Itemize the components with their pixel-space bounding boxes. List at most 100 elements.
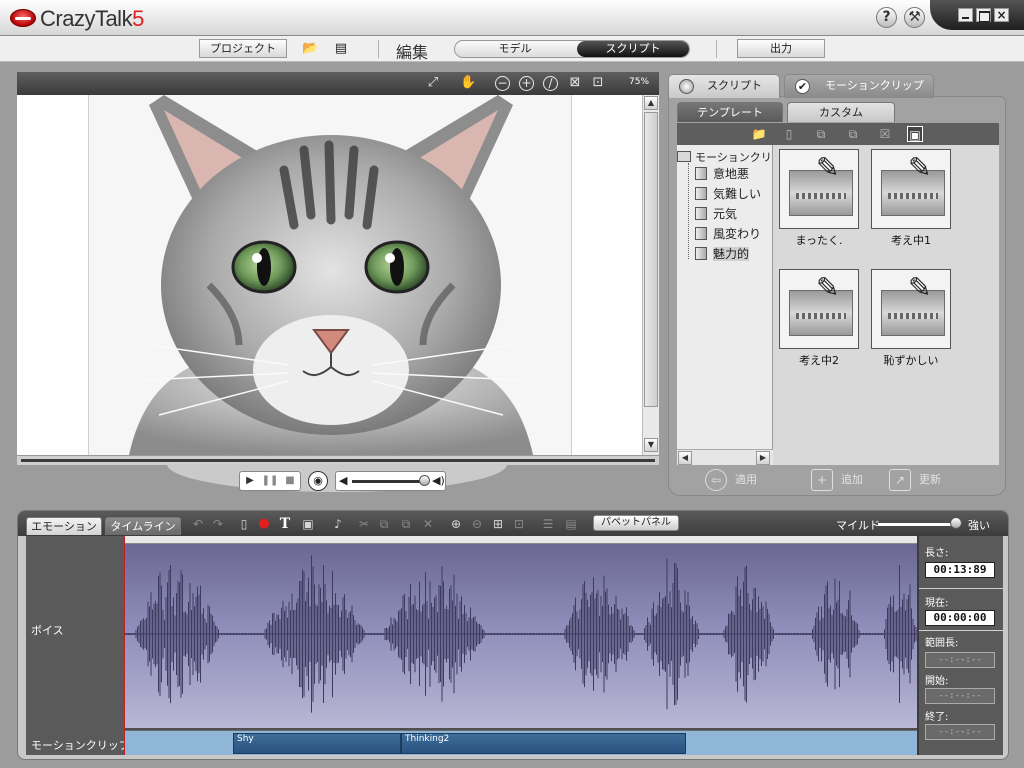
vertical-scrollbar[interactable]: ▲ ▼ [642, 95, 659, 455]
tree-item[interactable]: 風変わり [695, 225, 761, 242]
menu-separator [716, 40, 717, 58]
clip-item[interactable]: ✎ まったく. [779, 149, 861, 249]
copy-icon[interactable]: ⧉ [813, 126, 829, 142]
properties-icon[interactable]: ▤ [563, 516, 579, 532]
maximize-icon[interactable] [976, 8, 991, 22]
view-mode-icon[interactable]: ▣ [907, 126, 923, 142]
stop-icon[interactable]: ■ [281, 473, 299, 489]
zoom-selection-icon[interactable]: ⊞ [490, 516, 506, 532]
motion-clip-track[interactable]: Shy Thinking2 [124, 730, 917, 755]
volume-track[interactable] [352, 480, 422, 483]
tab-emotion[interactable]: エモーション [26, 517, 102, 535]
save-icon[interactable]: ▤ [333, 41, 349, 56]
voice-track[interactable] [124, 544, 917, 728]
motion-clip-bar[interactable]: Thinking2 [401, 733, 686, 754]
tab-template[interactable]: テンプレート [677, 102, 783, 122]
scroll-down-icon[interactable]: ▼ [644, 438, 658, 452]
hammer-icon[interactable]: ⚒ [904, 7, 925, 28]
tree-item[interactable]: 意地悪 [695, 165, 749, 182]
pause-icon[interactable]: ❚❚ [261, 473, 279, 489]
tree-item[interactable]: 元気 [695, 205, 737, 222]
fit-frame-icon[interactable]: ⊠ [567, 75, 583, 91]
scroll-left-icon[interactable]: ◀ [678, 451, 692, 465]
delete-icon[interactable]: ☒ [877, 126, 893, 142]
tree-item-label: 元気 [713, 207, 738, 221]
tree-item-selected[interactable]: 魅力的 [695, 245, 750, 262]
tab-timeline[interactable]: タイムライン [105, 517, 181, 535]
checkmark-icon: ✔ [795, 79, 810, 94]
zoom-in-icon[interactable]: ⊕ [448, 516, 464, 532]
app-title: CrazyTalk5 [40, 6, 144, 32]
record-icon[interactable]: ● [256, 516, 272, 532]
scroll-up-icon[interactable]: ▲ [644, 96, 658, 110]
update-button[interactable]: ↗ 更新 [889, 468, 941, 492]
new-script-icon[interactable]: ▯ [236, 516, 252, 532]
clip-item[interactable]: ✎ 考え中2 [779, 269, 861, 369]
tab-motion-clip[interactable]: ✔ モーションクリップ [784, 74, 934, 98]
viewport[interactable] [17, 95, 642, 455]
clip-item[interactable]: ✎ 考え中1 [871, 149, 953, 249]
tree-horizontal-scrollbar[interactable]: ◀ ▶ [677, 449, 773, 465]
new-item-icon[interactable]: ▯ [781, 126, 797, 142]
output-button[interactable]: 出力 [737, 39, 825, 58]
clip-label: 考え中2 [799, 354, 839, 367]
add-button[interactable]: + 追加 [811, 468, 863, 492]
script-mode-button[interactable]: スクリプト [577, 41, 689, 57]
paste-icon[interactable]: ⧉ [398, 516, 414, 532]
tree-item-label: 風変わり [713, 227, 762, 241]
new-folder-icon[interactable]: 📁 [751, 126, 767, 142]
zoom-out-icon[interactable]: − [495, 76, 510, 91]
clip-label: 恥ずかしい [883, 354, 939, 367]
question-icon[interactable]: ? [876, 7, 897, 28]
scroll-thumb[interactable] [644, 112, 658, 407]
add-icon: + [811, 469, 833, 491]
copy-icon[interactable]: ⧉ [376, 516, 392, 532]
category-tree: モーションクリップ 意地悪 気難しい 元気 風変わり 魅力的 [677, 145, 794, 449]
motion-clip-bar[interactable]: Shy [233, 733, 401, 754]
volume-knob[interactable] [419, 475, 430, 486]
scroll-right-icon[interactable]: ▶ [756, 451, 770, 465]
actual-size-icon[interactable]: ⊡ [590, 75, 606, 91]
microphone-icon[interactable]: ◉ [308, 471, 328, 491]
puppet-panel-button[interactable]: パペットパネル [593, 515, 679, 531]
tree-item[interactable]: 気難しい [695, 185, 761, 202]
zoom-fit-icon[interactable]: ⊡ [511, 516, 527, 532]
project-button[interactable]: プロジェクト [199, 39, 287, 58]
play-icon[interactable]: ▶ [241, 473, 259, 489]
close-icon[interactable]: × [994, 8, 1009, 22]
time-ruler[interactable] [124, 536, 917, 544]
paste-icon[interactable]: ⧉ [845, 126, 861, 142]
music-note-icon[interactable]: ♪ [330, 516, 346, 532]
delete-icon[interactable]: ✕ [420, 516, 436, 532]
zoom-out-icon[interactable]: ⊖ [469, 516, 485, 532]
cut-icon[interactable]: ✂ [356, 516, 372, 532]
volume-slider[interactable]: ◀ ◀) [335, 471, 446, 491]
playhead[interactable] [124, 536, 125, 755]
import-image-icon[interactable]: ▣ [300, 516, 316, 532]
add-label: 追加 [841, 473, 863, 486]
zoom-in-icon[interactable]: + [519, 76, 534, 91]
folder-open-icon[interactable]: 📂 [302, 41, 318, 56]
reset-icon[interactable]: / [543, 76, 558, 91]
text-to-speech-icon[interactable]: T [277, 516, 293, 532]
clip-item[interactable]: ✎ 恥ずかしい [871, 269, 953, 369]
app-title-text: CrazyTalk [40, 6, 133, 31]
minimize-icon[interactable] [958, 8, 973, 22]
undo-icon[interactable]: ↶ [190, 516, 206, 532]
fit-window-icon[interactable]: ⤢ [425, 75, 441, 91]
motion-clip-label: Shy [237, 734, 254, 744]
strength-slider-knob[interactable] [950, 517, 962, 529]
cat-face-image [89, 95, 571, 455]
track-area[interactable]: Shy Thinking2 [124, 536, 917, 755]
model-mode-button[interactable]: モデル [455, 41, 575, 57]
apply-button[interactable]: ⇦ 適用 [705, 468, 757, 492]
start-label: 開始: [925, 676, 949, 687]
list-icon[interactable]: ☰ [540, 516, 556, 532]
redo-icon[interactable]: ↷ [210, 516, 226, 532]
tab-motion-label: モーションクリップ [825, 79, 924, 92]
tab-script[interactable]: スクリプト [668, 74, 780, 98]
hand-pan-icon[interactable]: ✋ [460, 75, 476, 91]
strength-slider[interactable] [878, 523, 958, 526]
timing-info: 長さ: 00:13:89 現在: 00:00:00 範囲長: --:--:-- … [917, 536, 1003, 755]
tab-custom[interactable]: カスタム [787, 102, 895, 122]
